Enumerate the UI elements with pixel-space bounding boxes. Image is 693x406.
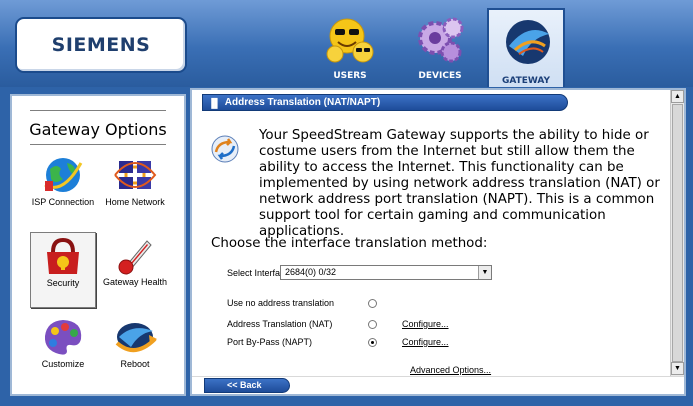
option-reboot[interactable]: Reboot [102,314,168,390]
thermometer-icon [118,240,152,275]
advanced-options-link[interactable]: Advanced Options... [410,365,491,375]
tab-devices[interactable]: DEVICES [405,12,475,84]
tab-gateway-label: GATEWAY [501,76,551,86]
option-isp-connection[interactable]: ISP Connection [30,152,96,228]
option-gateway-health[interactable]: Gateway Health [102,232,168,308]
option-home-network-label: Home Network [105,197,165,207]
home-network-icon [114,161,157,189]
header-bar: SIEMENS USERS DEVICES GATEWAY [0,0,693,87]
main-content-panel: ▐▌ Address Translation (NAT/NAPT) Your S… [190,88,686,396]
interface-select[interactable]: 2684(0) 0/32 ▼ [280,265,492,280]
option-security[interactable]: Security [30,232,96,308]
tab-users-label: USERS [333,71,367,81]
footer-strip: << Back [192,376,684,394]
brand-logo-text: SIEMENS [51,34,151,56]
option-no-translation-label: Use no address translation [227,298,335,308]
back-button[interactable]: << Back [204,378,290,393]
bars-icon: ▐▌ [208,97,221,108]
section-header-bar: ▐▌ Address Translation (NAT/NAPT) [202,94,568,111]
reboot-icon [115,323,157,352]
option-isp-connection-label: ISP Connection [31,197,95,207]
tab-users[interactable]: USERS [315,12,385,84]
scrollbar-thumb[interactable] [672,104,683,362]
interface-select-value: 2684(0) 0/32 [285,267,337,277]
gateway-options-title: Gateway Options [29,120,167,139]
option-customize-label: Customize [41,359,85,369]
option-gateway-health-label: Gateway Health [102,277,168,287]
configure-napt-link[interactable]: Configure... [402,337,449,347]
radio-nat[interactable] [368,320,377,329]
tab-devices-label: DEVICES [418,71,462,81]
divider [30,144,166,145]
radio-napt[interactable] [368,338,377,347]
option-napt-label: Port By-Pass (NAPT) [227,337,313,347]
translation-arrows-icon [211,135,239,163]
palette-icon [44,320,82,355]
radio-no-translation[interactable] [368,299,377,308]
scroll-up-icon[interactable]: ▲ [671,90,684,103]
devices-gears-icon [418,17,464,63]
chevron-down-icon[interactable]: ▼ [478,266,491,279]
choose-prompt: Choose the interface translation method: [211,236,488,251]
isp-globe-icon [44,158,83,192]
gateway-globe-icon [506,20,550,64]
option-reboot-label: Reboot [120,359,150,369]
option-security-label: Security [46,278,80,288]
brand-logo: SIEMENS [15,17,187,73]
users-smiley-icon [326,18,374,63]
vertical-scrollbar[interactable]: ▲ ▼ [670,90,684,376]
intro-paragraph: Your SpeedStream Gateway supports the ab… [259,128,660,239]
divider [30,110,166,111]
gateway-options-panel: Gateway Options ISP Connection Home Netw… [10,94,186,396]
section-title: Address Translation (NAT/NAPT) [224,97,381,108]
scroll-down-icon[interactable]: ▼ [671,362,684,375]
security-lock-icon [47,237,79,274]
option-customize[interactable]: Customize [30,314,96,390]
option-nat-label: Address Translation (NAT) [227,319,333,329]
tab-gateway[interactable]: GATEWAY [487,8,565,87]
configure-nat-link[interactable]: Configure... [402,319,449,329]
option-home-network[interactable]: Home Network [102,152,168,228]
